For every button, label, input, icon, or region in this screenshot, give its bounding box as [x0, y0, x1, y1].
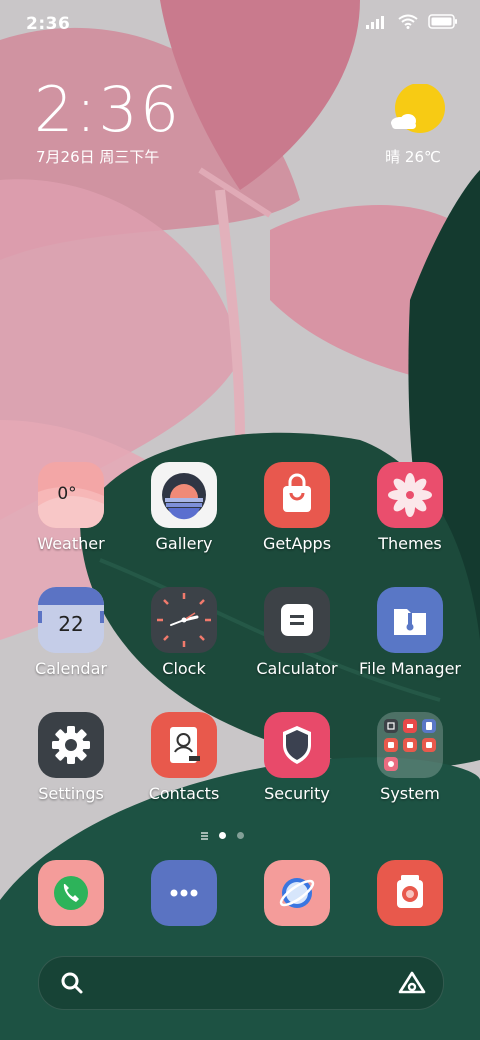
app-label: Calendar: [35, 659, 107, 678]
app-getapps[interactable]: GetApps: [241, 462, 353, 572]
gallery-icon: [151, 462, 217, 528]
search-bar[interactable]: [38, 956, 444, 1010]
weather-widget[interactable]: 晴 26℃: [384, 84, 446, 168]
app-themes[interactable]: Themes: [354, 462, 466, 572]
shield-icon: [264, 712, 330, 778]
home-pages-list-indicator: [201, 832, 208, 840]
app-label: Contacts: [148, 784, 220, 803]
dock-camera[interactable]: [377, 860, 443, 926]
camera-icon: [397, 875, 423, 908]
battery-icon: [428, 14, 457, 29]
search-icon[interactable]: [59, 970, 85, 996]
weather-widget-text: 晴 26℃: [385, 148, 441, 166]
app-gallery[interactable]: Gallery: [128, 462, 240, 572]
sun-cloud-icon: [391, 84, 445, 133]
app-label: Clock: [162, 659, 206, 678]
dock-messaging[interactable]: [151, 860, 217, 926]
app-label: Security: [264, 784, 330, 803]
wifi-icon: [398, 14, 418, 29]
planet-icon: [279, 878, 315, 908]
app-label: Themes: [378, 534, 442, 553]
flower-icon: [377, 462, 443, 528]
status-bar: 2:36: [0, 0, 480, 50]
app-contacts[interactable]: Contacts: [128, 712, 240, 822]
clock-widget-date: 7月26日 周三下午: [36, 148, 160, 166]
gear-icon: [38, 712, 104, 778]
folder-grid-icon: [377, 712, 443, 778]
app-label: Settings: [38, 784, 104, 803]
status-time: 2:36: [26, 14, 71, 34]
clock-widget-time[interactable]: 2:36: [34, 76, 181, 144]
page-dot: [237, 832, 244, 839]
app-label: File Manager: [359, 659, 461, 678]
weather-icon: 0°: [38, 462, 104, 528]
calculator-icon: [264, 587, 330, 653]
clock-icon: [151, 587, 217, 653]
phone-icon: [54, 876, 88, 910]
weather-icon-temp: 0°: [57, 484, 77, 504]
app-label: Calculator: [256, 659, 338, 678]
assistant-icon[interactable]: [397, 970, 427, 996]
calendar-icon: 22: [38, 587, 104, 653]
page-dot-active: [219, 832, 226, 839]
app-calendar[interactable]: 22 Calendar: [15, 587, 127, 697]
app-clock[interactable]: Clock: [128, 587, 240, 697]
page-indicator[interactable]: [200, 830, 280, 842]
shopping-bag-icon: [264, 462, 330, 528]
app-security[interactable]: Security: [241, 712, 353, 822]
signal-icon: [366, 15, 384, 29]
app-file-manager[interactable]: File Manager: [354, 587, 466, 697]
dock-browser[interactable]: [264, 860, 330, 926]
app-weather[interactable]: 0° Weather: [15, 462, 127, 572]
app-calculator[interactable]: Calculator: [241, 587, 353, 697]
chat-dots-icon: [170, 889, 198, 897]
calendar-icon-day: 22: [58, 612, 84, 636]
app-settings[interactable]: Settings: [15, 712, 127, 822]
folder-icon: [377, 587, 443, 653]
app-label: System: [380, 784, 440, 803]
app-folder-system[interactable]: System: [354, 712, 466, 822]
dock-phone[interactable]: [38, 860, 104, 926]
contacts-icon: [151, 712, 217, 778]
app-label: GetApps: [262, 534, 332, 553]
status-icons: [366, 14, 458, 29]
app-label: Weather: [37, 534, 105, 553]
app-label: Gallery: [155, 534, 213, 553]
